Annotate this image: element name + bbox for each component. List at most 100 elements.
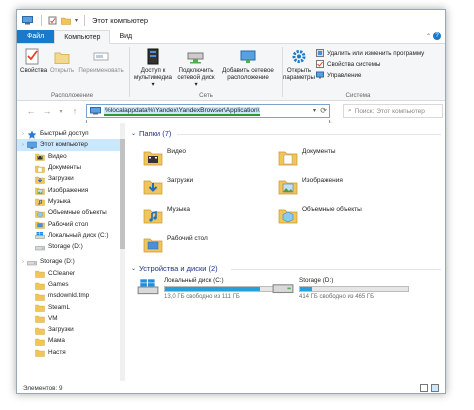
- details-view-icon[interactable]: [420, 384, 428, 392]
- navigation-bar: ← → ▾ ↑ %localappdata%\Yandex\YandexBrow…: [17, 101, 445, 121]
- nav-item-label: Games: [48, 281, 69, 288]
- address-input[interactable]: %localappdata%\Yandex\YandexBrowser\Appl…: [104, 106, 261, 116]
- nav-item[interactable]: Рабочий стол: [17, 218, 120, 229]
- nav-item-label: Быстрый доступ: [40, 130, 89, 138]
- nav-item[interactable]: Games: [17, 279, 120, 290]
- section-divider: [177, 134, 441, 135]
- nav-item[interactable]: Документы: [17, 162, 120, 173]
- new-folder-icon[interactable]: [61, 16, 71, 25]
- expand-arrow-icon[interactable]: ›: [19, 131, 27, 137]
- nav-item[interactable]: Музыка: [17, 196, 120, 207]
- folder-tile[interactable]: Видео: [143, 145, 186, 166]
- nav-item-label: Музыка: [48, 197, 71, 205]
- open-button[interactable]: Открыть: [49, 48, 75, 74]
- nav-item[interactable]: CCleaner: [17, 268, 120, 279]
- nav-item[interactable]: Загрузки: [17, 324, 120, 335]
- nav-item[interactable]: › Этот компьютер: [17, 139, 120, 151]
- folder-tile[interactable]: Загрузки: [143, 174, 193, 195]
- uninstall-program-button[interactable]: Удалить или изменить программу: [316, 49, 424, 57]
- windows-drive-icon: [137, 279, 159, 295]
- search-icon: ⌕: [348, 107, 352, 114]
- nav-item[interactable]: msdownld.tmp: [17, 290, 120, 301]
- expand-arrow-icon[interactable]: ›: [19, 259, 27, 265]
- nav-item[interactable]: Мама: [17, 335, 120, 346]
- drive-icon: [272, 284, 294, 294]
- nav-item-label: VM: [48, 314, 58, 322]
- nav-item[interactable]: Локальный диск (C:): [17, 230, 120, 241]
- nav-item[interactable]: Изображения: [17, 184, 120, 195]
- nav-item[interactable]: Видео: [17, 151, 120, 162]
- address-bar[interactable]: %localappdata%\Yandex\YandexBrowser\Appl…: [86, 104, 330, 118]
- folder-tile[interactable]: Документы: [278, 145, 336, 166]
- properties-icon[interactable]: [48, 16, 57, 25]
- drive-tile[interactable]: Локальный диск (C:) 13,0 ГБ свободно из 1…: [137, 277, 274, 300]
- nav-item[interactable]: Загрузки: [17, 173, 120, 184]
- drive-free-space: 13,0 ГБ свободно из 111 ГБ: [164, 294, 240, 300]
- folder-icon: [35, 303, 45, 312]
- open-settings-button[interactable]: Открыть параметры: [283, 48, 315, 81]
- nav-item[interactable]: Storage (D:): [17, 241, 120, 252]
- nav-item-label: Видео: [48, 152, 67, 160]
- drives-section-header[interactable]: ⌄ Устройства и диски (2): [131, 264, 218, 273]
- desktop-folder-icon: [143, 235, 163, 253]
- media-access-button[interactable]: Доступ к мультимедиа ▾: [133, 48, 173, 88]
- customize-qat-icon[interactable]: ▾: [75, 17, 78, 24]
- search-box[interactable]: ⌕ Поиск: Этот компьютер: [343, 104, 443, 118]
- tab-view[interactable]: Вид: [110, 30, 141, 43]
- folder-tile[interactable]: Музыка: [143, 203, 190, 224]
- desktop-folder-icon: [143, 238, 163, 253]
- nav-item[interactable]: › Быстрый доступ: [17, 128, 120, 139]
- add-network-location-button[interactable]: Добавить сетевое расположение: [219, 48, 277, 81]
- tab-file[interactable]: Файл: [17, 30, 55, 43]
- up-icon[interactable]: ↑: [69, 106, 81, 116]
- nav-item[interactable]: › Storage (D:): [17, 256, 120, 267]
- rename-button[interactable]: Переименовать: [77, 48, 125, 74]
- computer-icon: [22, 15, 33, 24]
- drive-usage-bar: [164, 286, 274, 292]
- folder-tile[interactable]: Рабочий стол: [143, 232, 208, 253]
- nav-item[interactable]: VM: [17, 313, 120, 324]
- qat-separator: [84, 14, 86, 26]
- quick-access-toolbar: ▾: [39, 14, 87, 26]
- refresh-icon[interactable]: ⟳: [320, 106, 327, 115]
- drive-info: Storage (D:) 414 ГБ свободно из 465 ГБ: [299, 277, 409, 300]
- chevron-up-icon[interactable]: ⌃: [426, 33, 431, 40]
- map-network-drive-button[interactable]: Подключить сетевой диск ▾: [175, 48, 217, 88]
- back-icon[interactable]: ←: [25, 106, 37, 116]
- address-dropdown-icon[interactable]: ▾: [313, 107, 316, 114]
- nav-item-label: msdownld.tmp: [48, 292, 90, 300]
- folder-icon: [35, 304, 45, 312]
- nav-item[interactable]: Настя: [17, 347, 120, 358]
- recent-locations-icon[interactable]: ▾: [55, 108, 67, 115]
- windows-drive-icon: [137, 277, 159, 299]
- properties-label: Свойства: [20, 67, 48, 74]
- folder-tile[interactable]: Изображения: [278, 174, 343, 195]
- tab-computer[interactable]: Компьютер: [54, 30, 111, 44]
- folder-icon: [35, 271, 45, 278]
- folder-label: Документы: [302, 148, 336, 155]
- pictures-folder-icon: [35, 186, 45, 195]
- drive-tile[interactable]: Storage (D:) 414 ГБ свободно из 465 ГБ: [272, 277, 409, 300]
- folder-tile[interactable]: Объемные объекты: [278, 203, 362, 224]
- nav-item-label: Локальный диск (C:): [48, 231, 109, 239]
- folder-icon: [35, 269, 45, 278]
- folder-icon: [35, 326, 45, 335]
- computer-icon: [27, 141, 37, 149]
- folders-section-header[interactable]: ⌄ Папки (7): [131, 129, 171, 138]
- large-icons-view-icon[interactable]: [431, 384, 439, 392]
- gear-icon: [292, 50, 306, 63]
- uninstall-icon: [316, 49, 324, 57]
- nav-item-label: Рабочий стол: [48, 220, 89, 228]
- help-icon[interactable]: ?: [433, 32, 441, 40]
- nav-item[interactable]: SteamL: [17, 301, 120, 312]
- system-properties-label: Свойства системы: [327, 60, 381, 68]
- drive-usage-bar: [299, 286, 409, 292]
- nav-item[interactable]: Объемные объекты: [17, 207, 120, 218]
- search-input[interactable]: Поиск: Этот компьютер: [355, 108, 425, 115]
- forward-icon[interactable]: →: [41, 106, 53, 116]
- properties-button[interactable]: Свойства: [20, 48, 48, 74]
- manage-button[interactable]: Управление: [316, 71, 361, 79]
- system-properties-button[interactable]: Свойства системы: [316, 60, 380, 68]
- computer-icon: [90, 107, 101, 115]
- expand-arrow-icon[interactable]: ›: [19, 142, 27, 148]
